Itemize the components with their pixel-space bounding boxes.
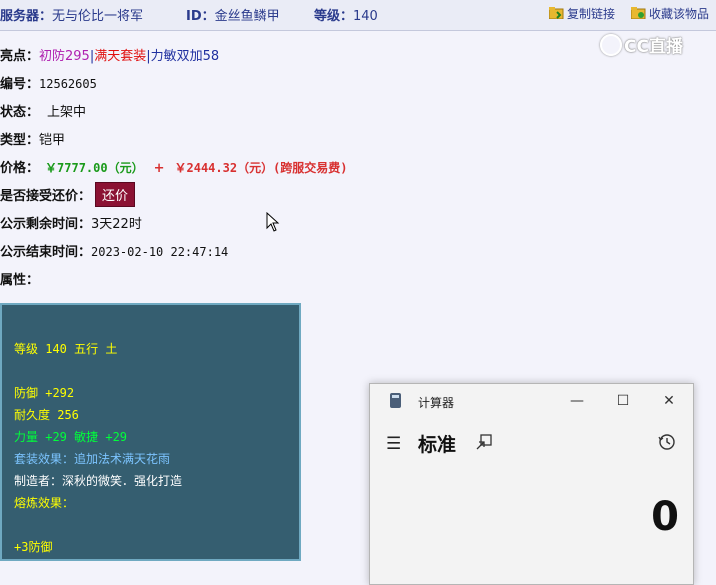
id-value: 金丝鱼鳞甲 xyxy=(214,9,280,24)
copy-link-label: 复制链接 xyxy=(567,7,616,21)
copy-link-button[interactable]: 复制链接 xyxy=(549,5,615,22)
end-time-row: 公示结束时间：2023-02-10 22:47:14 xyxy=(0,241,228,260)
type-label: 类型： xyxy=(0,133,40,148)
level-info: 等级：140 xyxy=(314,5,378,24)
highlight-row: 亮点：初防295|满天套装|力敏双加58 xyxy=(0,49,220,64)
watermark-logo: CC直播 xyxy=(600,32,683,57)
attr-label: 属性： xyxy=(0,273,40,288)
id-label: ID： xyxy=(186,9,215,24)
number-row: 编号：12562605 xyxy=(0,73,97,92)
type-row: 类型：铠甲 xyxy=(0,129,65,148)
haggle-button[interactable]: 还价 xyxy=(95,182,136,207)
status-row: 状态： 上架中 xyxy=(0,101,86,120)
end-value: 2023-02-10 22:47:14 xyxy=(91,245,229,259)
price-row: 价格： ￥7777.00（元） + ￥2444.32（元）(跨服交易费) xyxy=(0,157,348,176)
server-info: 服务器：无与伦比一将军 xyxy=(0,5,143,24)
attr-maker: 制造者：深秋的微笑．强化打造 xyxy=(14,474,183,488)
folder-star-icon xyxy=(631,7,646,19)
highlight-3: 力敏双加58 xyxy=(150,49,220,64)
maximize-button[interactable]: ☐ xyxy=(608,390,638,412)
number-label: 编号： xyxy=(0,77,40,92)
attr-refine-value: +3防御 xyxy=(14,540,53,554)
attr-row: 属性： xyxy=(0,269,39,288)
attr-set-effect: 套装效果：追加法术满天花雨 xyxy=(14,452,171,466)
calculator-app-icon xyxy=(390,393,401,408)
remain-row: 公示剩余时间：3天22时 xyxy=(0,213,142,232)
status-label: 状态： xyxy=(0,105,40,120)
haggle-row: 是否接受还价： 还价 xyxy=(0,182,136,207)
price-main: ￥7777.00（元） xyxy=(45,161,144,175)
calculator-window[interactable]: 计算器 — ☐ ✕ ☰ 标准 0 xyxy=(369,383,694,585)
attr-refine: 熔炼效果： xyxy=(14,496,75,510)
attr-durability: 耐久度 256 xyxy=(14,408,79,422)
price-plus: + xyxy=(153,161,165,176)
level-label: 等级： xyxy=(314,9,354,24)
close-button[interactable]: ✕ xyxy=(654,390,684,412)
server-label: 服务器： xyxy=(0,9,53,24)
calculator-title: 计算器 xyxy=(418,396,455,410)
level-value: 140 xyxy=(353,9,378,24)
calculator-display: 0 xyxy=(651,494,679,540)
remain-label: 公示剩余时间： xyxy=(0,217,92,232)
favorite-label: 收藏该物品 xyxy=(649,7,710,21)
highlight-2: 满天套装 xyxy=(94,49,147,64)
remain-value: 3天22时 xyxy=(91,217,142,232)
minimize-button[interactable]: — xyxy=(562,390,592,412)
id-info: ID：金丝鱼鳞甲 xyxy=(186,5,280,24)
status-value: 上架中 xyxy=(47,105,87,120)
haggle-label: 是否接受还价： xyxy=(0,189,92,204)
history-icon[interactable] xyxy=(658,433,676,451)
attr-level-line: 等级 140 五行 土 xyxy=(14,342,118,356)
header-bar: 服务器：无与伦比一将军 ID：金丝鱼鳞甲 等级：140 复制链接 收藏该物品 xyxy=(0,0,716,31)
calculator-mode: 标准 xyxy=(418,434,457,456)
attr-str-agi: 力量 +29 敏捷 +29 xyxy=(14,430,128,444)
folder-link-icon xyxy=(549,7,564,19)
watermark-icon xyxy=(600,34,622,56)
server-value: 无与伦比一将军 xyxy=(52,9,144,24)
mouse-cursor-icon xyxy=(266,212,280,232)
menu-icon[interactable]: ☰ xyxy=(386,434,401,454)
price-fee: ￥2444.32（元）(跨服交易费) xyxy=(174,161,348,175)
attr-defense: 防御 +292 xyxy=(14,386,75,400)
keep-on-top-icon[interactable] xyxy=(476,434,492,450)
type-value: 铠甲 xyxy=(39,133,66,148)
highlight-1: 初防295 xyxy=(39,49,90,64)
highlight-label: 亮点： xyxy=(0,49,40,64)
price-label: 价格： xyxy=(0,161,40,176)
end-label: 公示结束时间： xyxy=(0,245,92,260)
number-value: 12562605 xyxy=(39,77,97,91)
favorite-button[interactable]: 收藏该物品 xyxy=(631,5,709,22)
attributes-panel: 等级 140 五行 土 防御 +292 耐久度 256 力量 +29 敏捷 +2… xyxy=(0,303,301,561)
